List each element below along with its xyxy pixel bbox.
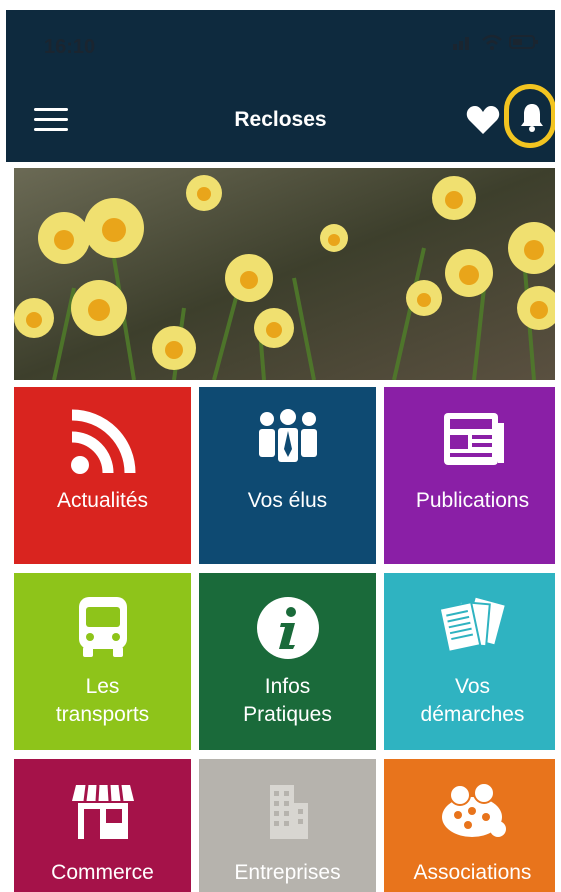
tile-vos-elus[interactable]: Vos élus <box>199 387 376 564</box>
bell-icon <box>521 104 543 132</box>
daffodils-image <box>14 168 555 380</box>
tile-label-line1: Entreprises <box>234 861 341 884</box>
tile-commerce[interactable]: Commerce <box>14 759 191 892</box>
wifi-icon <box>482 34 502 50</box>
tile-label-line1: Associations <box>413 861 532 884</box>
tile-label-line2: démarches <box>420 703 525 726</box>
tile-label-line1: Commerce <box>51 861 154 884</box>
tile-les-transports[interactable]: Les transports <box>14 573 191 750</box>
tile-label-line1: Les <box>85 675 120 698</box>
status-time: 16:10 <box>44 36 96 58</box>
tile-vos-demarches[interactable]: Vos démarches <box>384 573 555 750</box>
tile-associations[interactable]: Associations <box>384 759 555 892</box>
tile-label-line1: Vos élus <box>247 489 328 512</box>
info-icon <box>256 597 319 659</box>
newspaper-icon <box>443 413 504 465</box>
top-navigation-bar: Recloses <box>6 82 555 162</box>
building-icon <box>269 785 308 839</box>
heart-icon[interactable] <box>466 104 500 136</box>
tile-actualites[interactable]: Actualités <box>14 387 191 564</box>
people-icon <box>258 409 317 462</box>
notifications-button[interactable] <box>504 84 555 154</box>
app-screen: 16:10 Recloses Actualités Vos élus Publi… <box>6 10 555 892</box>
tile-entreprises[interactable]: Entreprises <box>199 759 376 892</box>
tile-label-line1: Vos <box>454 675 491 698</box>
tile-label-line1: Actualités <box>56 489 149 512</box>
rss-icon <box>70 409 135 474</box>
documents-icon <box>438 597 505 654</box>
tile-label-line2: Pratiques <box>243 703 332 726</box>
tile-publications[interactable]: Publications <box>384 387 555 564</box>
signal-icon <box>453 37 469 50</box>
associations-icon <box>441 782 506 837</box>
tile-label-line2: transports <box>55 703 150 726</box>
bus-icon <box>78 597 127 657</box>
tile-infos-pratiques[interactable]: Infos Pratiques <box>199 573 376 750</box>
tile-label-line1: Publications <box>415 489 530 512</box>
status-bar: 16:10 <box>6 10 555 82</box>
tile-label-line1: Infos <box>264 675 311 698</box>
hero-banner-daffodils <box>14 168 555 380</box>
status-icons <box>453 34 539 50</box>
shop-icon <box>71 784 134 839</box>
battery-icon <box>509 35 538 49</box>
